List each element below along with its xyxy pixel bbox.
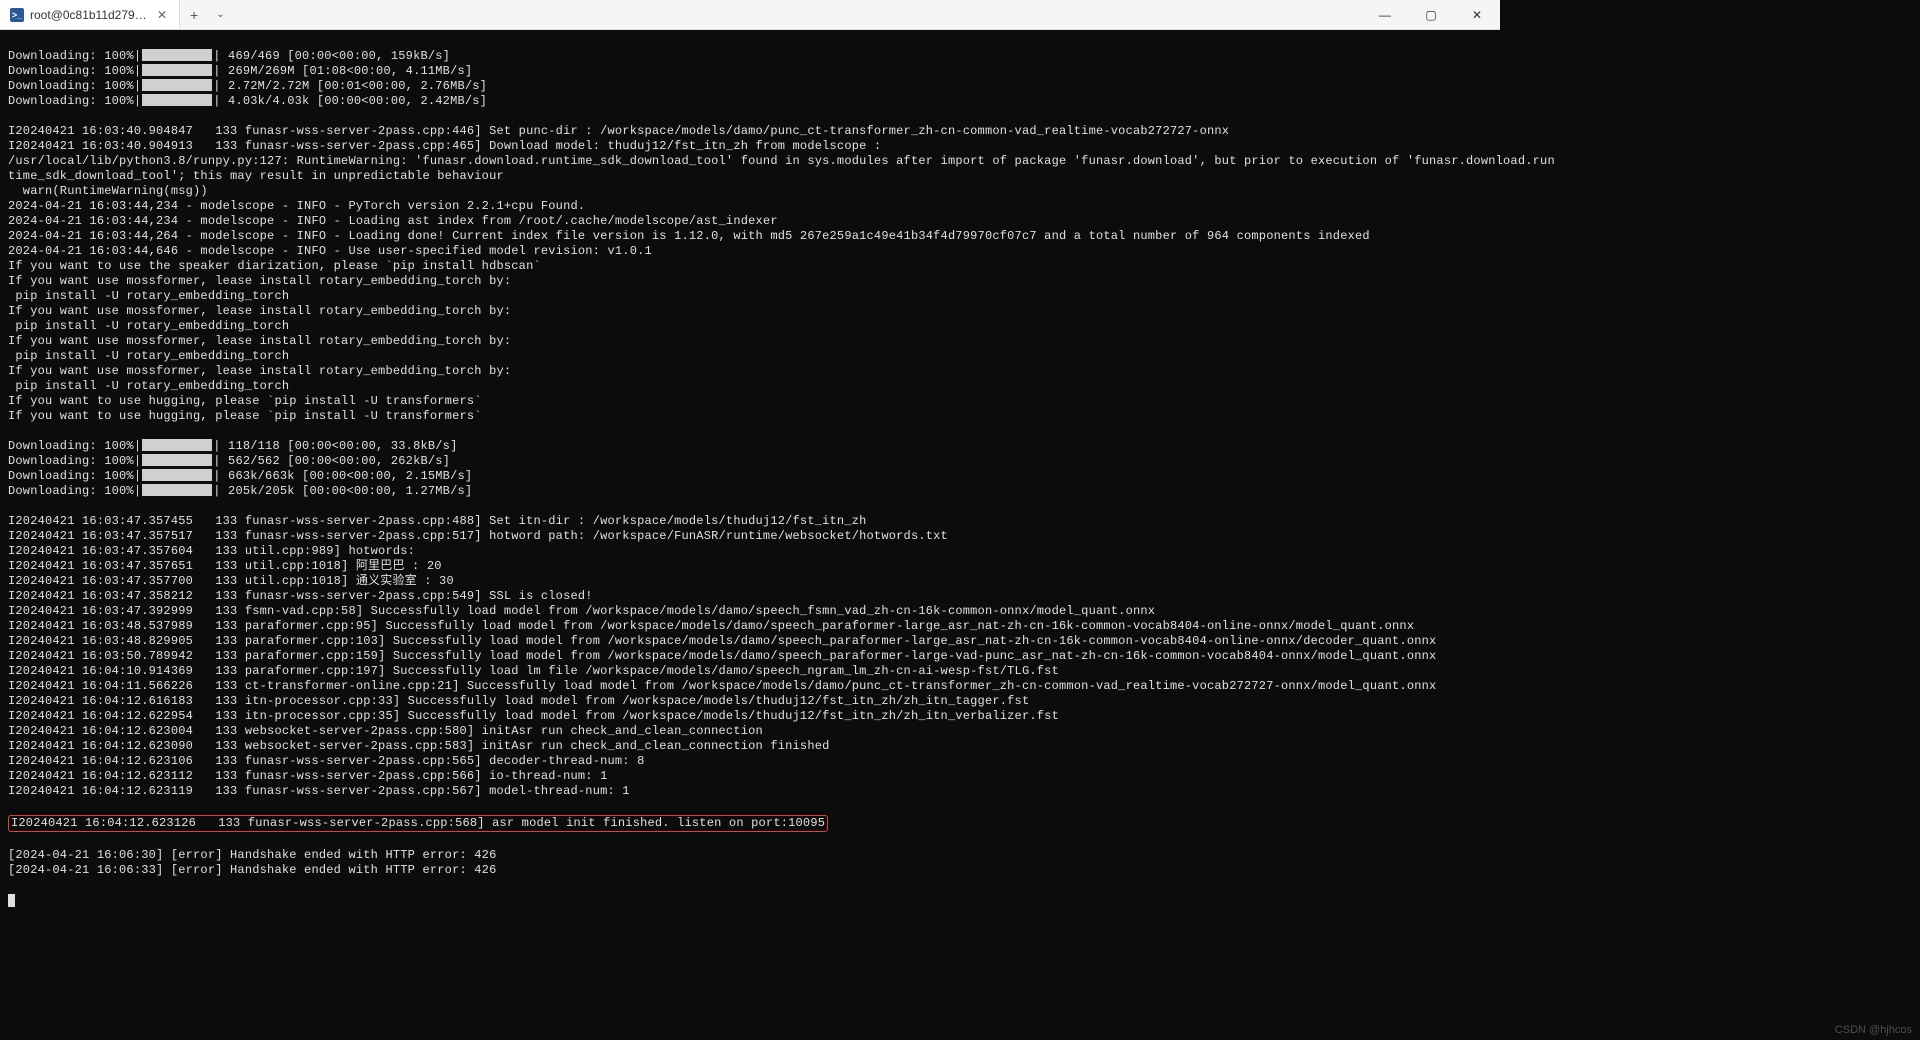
log-line: I20240421 16:04:12.623106 133 funasr-wss… <box>8 754 1492 769</box>
log-line: If you want to use the speaker diarizati… <box>8 259 1492 274</box>
download-suffix: | 469/469 [00:00<00:00, 159kB/s] <box>213 49 450 64</box>
new-tab-button[interactable]: + <box>180 0 208 29</box>
maximize-button[interactable]: ▢ <box>1408 0 1454 29</box>
log-line: [2024-04-21 16:06:33] [error] Handshake … <box>8 863 1492 878</box>
download-prefix: Downloading: 100%| <box>8 439 141 454</box>
progress-bar <box>142 439 212 451</box>
log-line: I20240421 16:03:47.357651 133 util.cpp:1… <box>8 559 1492 574</box>
download-prefix: Downloading: 100%| <box>8 79 141 94</box>
log-line: [2024-04-21 16:06:30] [error] Handshake … <box>8 848 1492 863</box>
log-line: I20240421 16:04:12.623004 133 websocket-… <box>8 724 1492 739</box>
download-suffix: | 269M/269M [01:08<00:00, 4.11MB/s] <box>213 64 472 79</box>
progress-bar <box>142 469 212 481</box>
progress-bar <box>142 94 212 106</box>
tab-title: root@0c81b11d2791: /worksp <box>30 8 149 22</box>
log-line: pip install -U rotary_embedding_torch <box>8 319 1492 334</box>
download-line: Downloading: 100%| | 118/118 [00:00<00:00… <box>8 439 1492 454</box>
download-line: Downloading: 100%| | 4.03k/4.03k [00:00<0… <box>8 94 1492 109</box>
download-line: Downloading: 100%| | 469/469 [00:00<00:00… <box>8 49 1492 64</box>
progress-bar <box>142 49 212 61</box>
highlighted-log-line: I20240421 16:04:12.623126 133 funasr-wss… <box>8 815 828 832</box>
download-suffix: | 2.72M/2.72M [00:01<00:00, 2.76MB/s] <box>213 79 487 94</box>
terminal-output[interactable]: Downloading: 100%| | 469/469 [00:00<00:00… <box>0 30 1500 927</box>
log-line: I20240421 16:04:12.623119 133 funasr-wss… <box>8 784 1492 799</box>
window-controls: — ▢ ✕ <box>1362 0 1500 29</box>
titlebar: >_ root@0c81b11d2791: /worksp ✕ + ⌄ — ▢ … <box>0 0 1500 30</box>
log-line: warn(RuntimeWarning(msg)) <box>8 184 1492 199</box>
log-line: I20240421 16:03:48.829905 133 paraformer… <box>8 634 1492 649</box>
download-line: Downloading: 100%| | 2.72M/2.72M [00:01<0… <box>8 79 1492 94</box>
tab-close-icon[interactable]: ✕ <box>155 8 169 22</box>
log-line: If you want use mossformer, lease instal… <box>8 274 1492 289</box>
download-line: Downloading: 100%| | 562/562 [00:00<00:00… <box>8 454 1492 469</box>
log-line: I20240421 16:03:40.904913 133 funasr-wss… <box>8 139 1492 154</box>
terminal-tab[interactable]: >_ root@0c81b11d2791: /worksp ✕ <box>0 0 180 29</box>
log-line: 2024-04-21 16:03:44,264 - modelscope - I… <box>8 229 1492 244</box>
download-line: Downloading: 100%| | 269M/269M [01:08<00:… <box>8 64 1492 79</box>
log-line: I20240421 16:03:47.358212 133 funasr-wss… <box>8 589 1492 604</box>
log-line: pip install -U rotary_embedding_torch <box>8 349 1492 364</box>
download-prefix: Downloading: 100%| <box>8 64 141 79</box>
download-suffix: | 4.03k/4.03k [00:00<00:00, 2.42MB/s] <box>213 94 487 109</box>
progress-bar <box>142 484 212 496</box>
download-suffix: | 118/118 [00:00<00:00, 33.8kB/s] <box>213 439 457 454</box>
progress-bar <box>142 454 212 466</box>
log-line: I20240421 16:03:47.392999 133 fsmn-vad.c… <box>8 604 1492 619</box>
log-line: I20240421 16:03:47.357700 133 util.cpp:1… <box>8 574 1492 589</box>
download-prefix: Downloading: 100%| <box>8 49 141 64</box>
download-prefix: Downloading: 100%| <box>8 484 141 499</box>
download-line: Downloading: 100%| | 205k/205k [00:00<00:… <box>8 484 1492 499</box>
log-line: /usr/local/lib/python3.8/runpy.py:127: R… <box>8 154 1492 169</box>
watermark: CSDN @hjhcos <box>1835 1024 1912 1036</box>
log-line: I20240421 16:03:40.904847 133 funasr-wss… <box>8 124 1492 139</box>
terminal-cursor-line <box>8 893 1492 908</box>
log-line: I20240421 16:03:47.357604 133 util.cpp:9… <box>8 544 1492 559</box>
download-line: Downloading: 100%| | 663k/663k [00:00<00:… <box>8 469 1492 484</box>
download-prefix: Downloading: 100%| <box>8 454 141 469</box>
log-line: If you want use mossformer, lease instal… <box>8 364 1492 379</box>
log-line: I20240421 16:04:11.566226 133 ct-transfo… <box>8 679 1492 694</box>
powershell-icon: >_ <box>10 8 24 22</box>
download-prefix: Downloading: 100%| <box>8 94 141 109</box>
progress-bar <box>142 79 212 91</box>
download-suffix: | 663k/663k [00:00<00:00, 2.15MB/s] <box>213 469 472 484</box>
download-suffix: | 562/562 [00:00<00:00, 262kB/s] <box>213 454 450 469</box>
log-line: time_sdk_download_tool'; this may result… <box>8 169 1492 184</box>
log-line: I20240421 16:04:10.914369 133 paraformer… <box>8 664 1492 679</box>
log-line: I20240421 16:04:12.623112 133 funasr-wss… <box>8 769 1492 784</box>
log-line: I20240421 16:04:12.623090 133 websocket-… <box>8 739 1492 754</box>
log-line: 2024-04-21 16:03:44,646 - modelscope - I… <box>8 244 1492 259</box>
log-line: I20240421 16:04:12.622954 133 itn-proces… <box>8 709 1492 724</box>
log-line: I20240421 16:04:12.616183 133 itn-proces… <box>8 694 1492 709</box>
log-line: If you want use mossformer, lease instal… <box>8 334 1492 349</box>
progress-bar <box>142 64 212 76</box>
log-line: If you want to use hugging, please `pip … <box>8 409 1492 424</box>
log-line: 2024-04-21 16:03:44,234 - modelscope - I… <box>8 214 1492 229</box>
log-line: I20240421 16:03:48.537989 133 paraformer… <box>8 619 1492 634</box>
log-line: I20240421 16:03:47.357455 133 funasr-wss… <box>8 514 1492 529</box>
log-line: pip install -U rotary_embedding_torch <box>8 379 1492 394</box>
download-suffix: | 205k/205k [00:00<00:00, 1.27MB/s] <box>213 484 472 499</box>
log-line: I20240421 16:03:50.789942 133 paraformer… <box>8 649 1492 664</box>
log-line: If you want to use hugging, please `pip … <box>8 394 1492 409</box>
titlebar-spacer <box>233 0 1362 29</box>
log-line: I20240421 16:03:47.357517 133 funasr-wss… <box>8 529 1492 544</box>
download-prefix: Downloading: 100%| <box>8 469 141 484</box>
minimize-button[interactable]: — <box>1362 0 1408 29</box>
tab-dropdown-icon[interactable]: ⌄ <box>208 0 232 29</box>
log-line: If you want use mossformer, lease instal… <box>8 304 1492 319</box>
log-line: pip install -U rotary_embedding_torch <box>8 289 1492 304</box>
close-button[interactable]: ✕ <box>1454 0 1500 29</box>
log-line: 2024-04-21 16:03:44,234 - modelscope - I… <box>8 199 1492 214</box>
